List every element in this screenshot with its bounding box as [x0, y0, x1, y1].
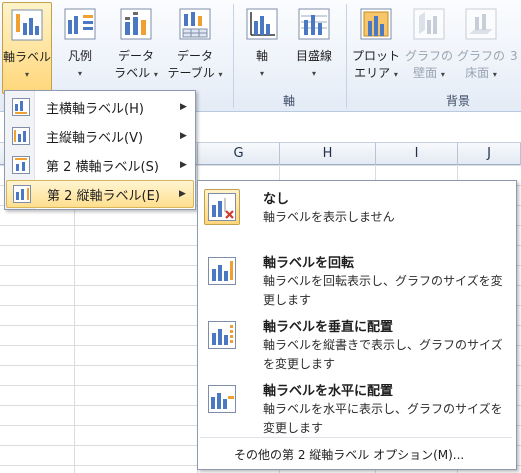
axes-icon	[244, 6, 280, 42]
axis-titles-icon	[9, 7, 45, 43]
column-header-j[interactable]: J	[458, 143, 521, 165]
axes-button[interactable]: 軸 ▾	[240, 2, 284, 94]
data-labels-label-2: ラベル ▾	[114, 66, 158, 80]
menu-item-label: 主横軸ラベル(H)	[46, 101, 144, 117]
3d-rotation-button[interactable]: 3	[510, 2, 521, 94]
gridlines-label: 目盛線	[295, 49, 332, 63]
group-axes-label: 軸	[283, 94, 296, 108]
menu-item-label: 第 2 縦軸ラベル(E)	[47, 188, 160, 204]
menu-item-label: 第 2 横軸ラベル(S)	[46, 159, 159, 175]
submenu-arrow-icon: ▶	[180, 102, 187, 112]
rotated-axis-title-icon	[204, 253, 240, 289]
data-table-label-2: テーブル ▾	[167, 66, 223, 80]
3d-rotation-label: 3	[510, 49, 518, 63]
option-rotated-title[interactable]: 軸ラベルを回転 軸ラベルを回転表示し、グラフのサイズを変更します	[201, 249, 513, 309]
chart-wall-label-1: グラフの	[404, 49, 453, 63]
gridlines-icon	[296, 6, 332, 42]
ribbon-separator	[233, 4, 234, 108]
chart-floor-icon	[463, 6, 499, 42]
axis-titles-label: 軸ラベル	[3, 50, 52, 64]
option-title: なし	[263, 192, 290, 207]
column-gridline	[74, 165, 75, 473]
axis-titles-menu: 主横軸ラベル(H) ▶ 主縦軸ラベル(V) ▶ 第 2 横軸ラベル(S) ▶ 第…	[4, 90, 196, 210]
gridlines-button[interactable]: 目盛線 ▾	[288, 2, 340, 94]
legend-icon	[62, 6, 98, 42]
plot-area-label-2: エリア ▾	[354, 66, 398, 80]
submenu-arrow-icon: ▶	[180, 160, 187, 170]
column-header-i[interactable]: I	[376, 143, 458, 165]
plot-area-icon	[358, 6, 394, 42]
chart-wall-label-2: 壁面 ▾	[413, 66, 445, 80]
chevron-down-icon: ▾	[77, 69, 82, 78]
data-labels-button[interactable]: データ ラベル ▾	[110, 2, 162, 94]
menu-item-label: 主縦軸ラベル(V)	[46, 130, 144, 146]
option-vertical-title[interactable]: 軸ラベルを垂直に配置 軸ラベルを縦書きで表示し、グラフのサイズを変更します	[201, 313, 513, 373]
no-axis-title-icon	[204, 189, 240, 225]
legend-button[interactable]: 凡例 ▾	[58, 2, 102, 94]
chart-floor-label-1: グラフの	[456, 49, 505, 63]
vertical-axis-title-icon	[204, 317, 240, 353]
column-header-h[interactable]: H	[280, 143, 376, 165]
legend-label: 凡例	[67, 49, 92, 63]
vertical-axis-title-icon	[6, 127, 36, 145]
data-labels-icon	[118, 6, 154, 42]
horizontal-axis-title-icon	[6, 98, 36, 116]
option-none[interactable]: なし 軸ラベルを表示しません	[201, 185, 513, 235]
secondary-vertical-axis-title-submenu: なし 軸ラベルを表示しません 軸ラベルを回転 軸ラベルを回転表示し、グラフのサイ…	[197, 180, 517, 470]
option-horizontal-title[interactable]: 軸ラベルを水平に配置 軸ラベルを水平に表示し、グラフのサイズを変更します	[201, 377, 513, 437]
option-description: 軸ラベルを縦書きで表示し、グラフのサイズを変更します	[263, 338, 503, 371]
more-axis-title-options-link[interactable]: その他の第 2 縦軸ラベル オプション(M)...	[234, 446, 464, 463]
submenu-arrow-icon: ▶	[180, 131, 187, 141]
secondary-horizontal-axis-title-icon	[6, 156, 36, 174]
option-description: 軸ラベルを回転表示し、グラフのサイズを変更します	[263, 274, 503, 307]
chart-wall-button[interactable]: グラフの 壁面 ▾	[404, 2, 454, 94]
axes-label: 軸	[255, 49, 268, 63]
chart-wall-icon	[411, 6, 447, 42]
horizontal-axis-title-icon	[204, 381, 240, 417]
data-table-icon	[177, 6, 213, 42]
menu-item-primary-vertical-axis-title[interactable]: 主縦軸ラベル(V) ▶	[6, 122, 194, 150]
chevron-down-icon: ▾	[24, 70, 29, 79]
option-description: 軸ラベルを表示しません	[263, 210, 395, 224]
menu-item-secondary-horizontal-axis-title[interactable]: 第 2 横軸ラベル(S) ▶	[6, 151, 194, 179]
option-title: 軸ラベルを水平に配置	[263, 384, 394, 399]
plot-area-button[interactable]: プロット エリア ▾	[352, 2, 400, 94]
data-labels-label-1: データ	[117, 49, 154, 63]
data-table-button[interactable]: データ テーブル ▾	[166, 2, 224, 94]
option-title: 軸ラベルを垂直に配置	[263, 320, 394, 335]
secondary-vertical-axis-title-icon	[7, 185, 37, 203]
ribbon-separator	[346, 4, 347, 108]
group-background-label: 背景	[446, 94, 471, 108]
submenu-arrow-icon: ▶	[179, 189, 186, 199]
column-header-g[interactable]: G	[198, 143, 280, 165]
data-table-label-1: データ	[176, 49, 213, 63]
menu-item-primary-horizontal-axis-title[interactable]: 主横軸ラベル(H) ▶	[6, 93, 194, 121]
axis-titles-button[interactable]: 軸ラベル ▾	[2, 2, 52, 94]
chevron-down-icon: ▾	[311, 69, 316, 78]
chart-floor-button[interactable]: グラフの 床面 ▾	[456, 2, 506, 94]
chevron-down-icon: ▾	[259, 69, 264, 78]
menu-separator	[200, 437, 512, 438]
option-title: 軸ラベルを回転	[263, 256, 355, 271]
menu-item-secondary-vertical-axis-title[interactable]: 第 2 縦軸ラベル(E) ▶	[6, 180, 194, 208]
chart-floor-label-2: 床面 ▾	[465, 66, 497, 80]
plot-area-label-1: プロット	[352, 49, 401, 63]
option-description: 軸ラベルを水平に表示し、グラフのサイズを変更します	[263, 402, 503, 435]
